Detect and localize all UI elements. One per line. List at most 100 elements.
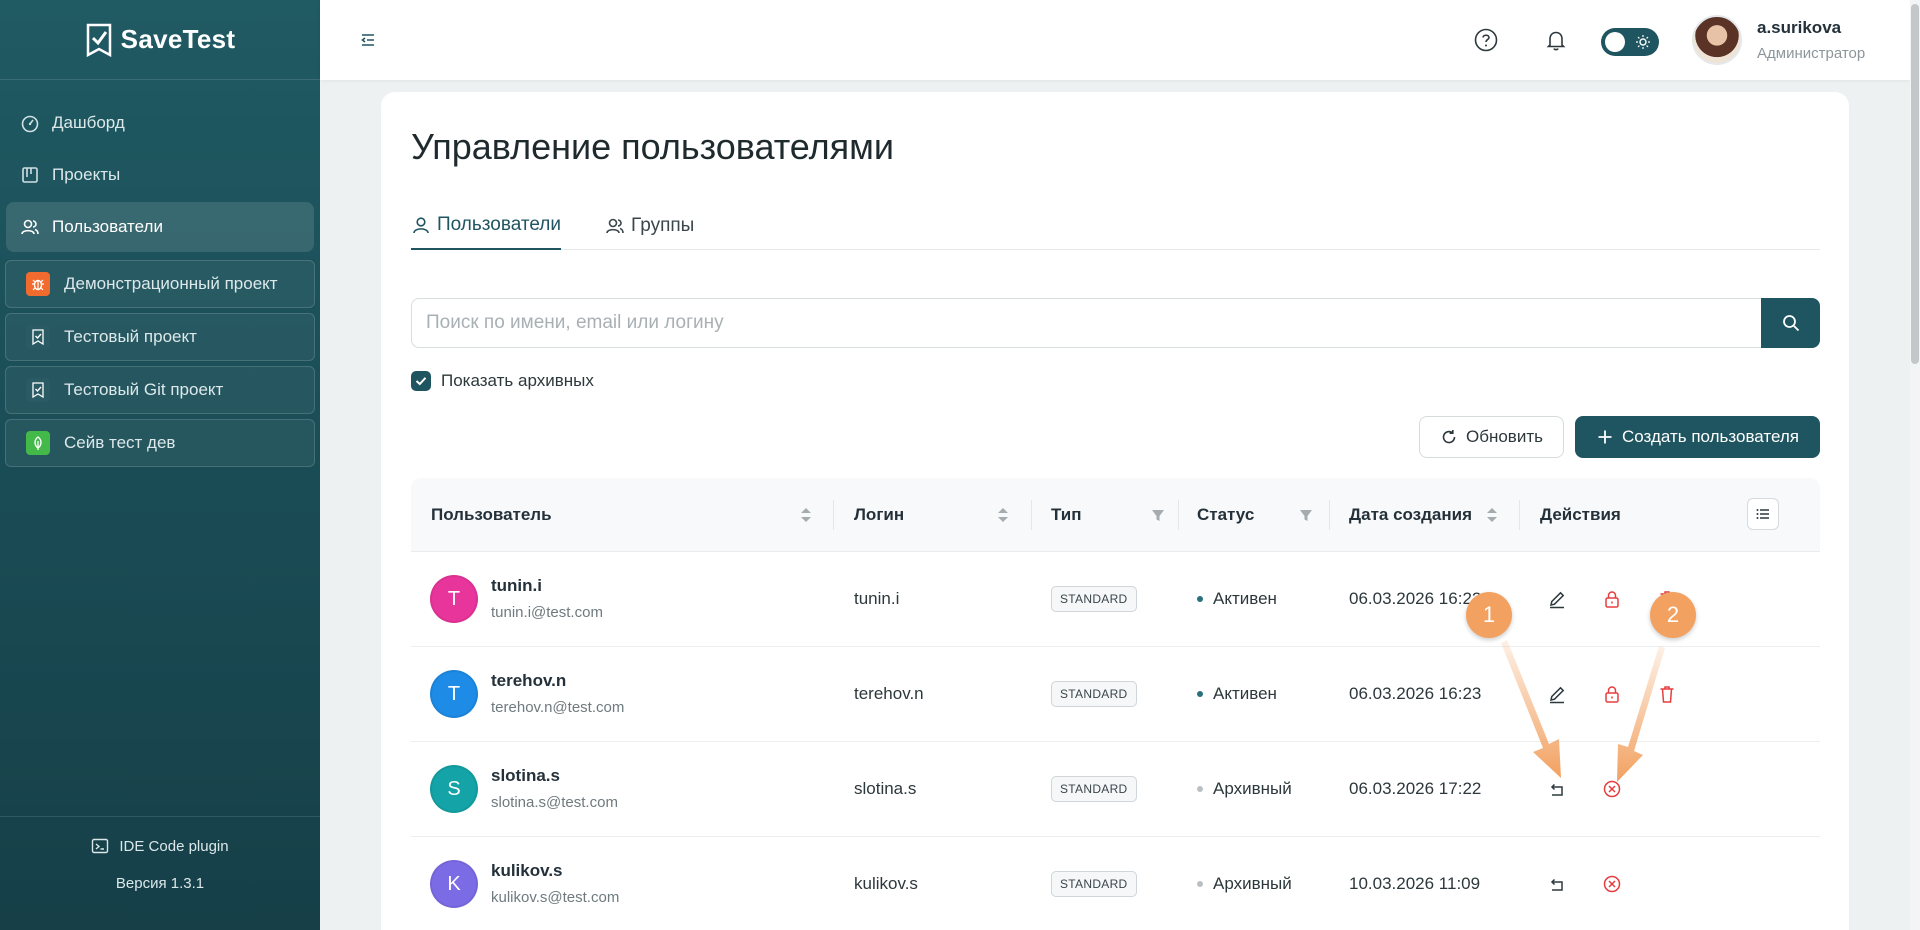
column-header-login[interactable]: Логин: [854, 478, 904, 552]
sort-icon[interactable]: [1483, 504, 1501, 526]
search-bar: [411, 298, 1820, 348]
user-login: tunin.i: [854, 589, 900, 608]
table-row[interactable]: K kulikov.s kulikov.s@test.com kulikov.s…: [411, 837, 1820, 930]
checklist-icon: [26, 325, 50, 349]
terminal-icon: [92, 838, 109, 854]
group-icon: [606, 218, 624, 234]
status-cell: Активен: [1197, 684, 1277, 704]
users-management-card: Управление пользователями Пользователи Г…: [381, 92, 1849, 930]
user-display-name[interactable]: slotina.s: [491, 766, 560, 786]
column-header-type[interactable]: Тип: [1051, 478, 1081, 552]
user-display-name[interactable]: tunin.i: [491, 576, 542, 596]
status-dot: [1197, 691, 1203, 697]
project-label: Тестовый Git проект: [64, 380, 224, 399]
user-email: tunin.i@test.com: [491, 604, 603, 621]
created-date: 06.03.2026 16:22: [1349, 589, 1482, 608]
column-separator[interactable]: [1178, 500, 1179, 530]
user-avatar[interactable]: [1692, 15, 1742, 65]
type-badge: STANDARD: [1051, 586, 1137, 612]
tab-groups[interactable]: Группы: [605, 202, 694, 250]
tab-label: Пользователи: [437, 214, 562, 235]
column-header-actions: Действия: [1540, 505, 1621, 524]
bell-icon[interactable]: [1542, 26, 1570, 54]
annotation-badge-2: 2: [1650, 592, 1696, 638]
projects-icon: [22, 167, 38, 183]
filter-icon[interactable]: [1297, 504, 1315, 526]
collapse-sidebar-icon[interactable]: [358, 30, 378, 50]
column-header-created[interactable]: Дата создания: [1349, 478, 1472, 552]
column-separator[interactable]: [833, 500, 834, 530]
leaf-icon: [26, 431, 50, 455]
edit-button[interactable]: [1546, 683, 1568, 705]
nav-item-users[interactable]: Пользователи: [6, 202, 314, 252]
lock-icon: [1605, 591, 1619, 608]
restore-button[interactable]: [1546, 873, 1568, 895]
annotation-badge-1: 1: [1466, 592, 1512, 638]
search-button[interactable]: [1761, 298, 1820, 348]
status-cell: Активен: [1197, 589, 1277, 609]
status-dot: [1197, 786, 1203, 792]
status-text: Активен: [1213, 589, 1277, 608]
status-text: Архивный: [1213, 874, 1292, 893]
delete-permanently-button[interactable]: [1601, 778, 1623, 800]
refresh-icon: [1442, 430, 1456, 444]
type-badge: STANDARD: [1051, 776, 1137, 802]
table-row[interactable]: T terehov.n terehov.n@test.com terehov.n…: [411, 647, 1820, 742]
bug-icon: [26, 272, 50, 296]
sort-icon[interactable]: [994, 504, 1012, 526]
nav-item-label: Пользователи: [52, 217, 163, 236]
user-login: kulikov.s: [854, 874, 918, 893]
theme-toggle[interactable]: [1601, 28, 1659, 56]
block-button[interactable]: [1601, 683, 1623, 705]
column-separator[interactable]: [1031, 500, 1032, 530]
sort-icon[interactable]: [797, 504, 815, 526]
project-item-save-test-dev[interactable]: Сейв тест дев: [5, 419, 315, 467]
create-user-label: Создать пользователя: [1622, 427, 1799, 446]
help-icon[interactable]: [1472, 26, 1500, 54]
delete-permanently-button[interactable]: [1601, 873, 1623, 895]
search-input[interactable]: [411, 298, 1761, 348]
type-badge: STANDARD: [1051, 681, 1137, 707]
user-name[interactable]: a.surikova: [1757, 18, 1841, 38]
nav-item-projects[interactable]: Проекты: [6, 150, 314, 200]
table-row[interactable]: T tunin.i tunin.i@test.com tunin.i STAND…: [411, 552, 1820, 647]
project-item-demo[interactable]: Демонстрационный проект: [5, 260, 315, 308]
app-logo[interactable]: SaveTest: [0, 0, 320, 80]
show-archived-checkbox[interactable]: [411, 371, 431, 391]
user-display-name[interactable]: kulikov.s: [491, 861, 563, 881]
create-user-button[interactable]: Создать пользователя: [1575, 416, 1820, 458]
scrollbar-thumb[interactable]: [1911, 4, 1919, 364]
column-separator[interactable]: [1519, 500, 1520, 530]
created-date: 06.03.2026 16:23: [1349, 684, 1482, 703]
block-button[interactable]: [1601, 588, 1623, 610]
nav-item-dashboard[interactable]: Дашборд: [6, 98, 314, 148]
user-display-name[interactable]: terehov.n: [491, 671, 566, 691]
close-circle-icon: [1603, 780, 1621, 798]
user-email: terehov.n@test.com: [491, 699, 625, 716]
table-row[interactable]: S slotina.s slotina.s@test.com slotina.s…: [411, 742, 1820, 837]
page-scrollbar[interactable]: [1910, 0, 1920, 930]
refresh-label: Обновить: [1466, 427, 1543, 446]
lock-icon: [1605, 686, 1619, 703]
tab-users[interactable]: Пользователи: [411, 202, 562, 250]
edit-button[interactable]: [1546, 588, 1568, 610]
type-badge: STANDARD: [1051, 871, 1137, 897]
avatar: T: [430, 670, 478, 718]
restore-button[interactable]: [1546, 778, 1568, 800]
refresh-button[interactable]: Обновить: [1419, 416, 1564, 458]
column-settings-button[interactable]: [1747, 498, 1779, 530]
column-header-user[interactable]: Пользователь: [431, 478, 552, 552]
ide-plugin-link[interactable]: IDE Code plugin: [0, 817, 320, 875]
filter-icon[interactable]: [1149, 504, 1167, 526]
project-item-test[interactable]: Тестовый проект: [5, 313, 315, 361]
column-header-status[interactable]: Статус: [1197, 478, 1254, 552]
sun-icon: [1636, 35, 1650, 49]
status-cell: Архивный: [1197, 874, 1292, 894]
plus-icon: [1598, 430, 1612, 444]
table-header: Пользователь Логин Тип Статус Дата созда…: [411, 478, 1820, 552]
delete-button[interactable]: [1656, 683, 1678, 705]
show-archived-option[interactable]: Показать архивных: [411, 371, 594, 391]
status-text: Архивный: [1213, 779, 1292, 798]
project-item-test-git[interactable]: Тестовый Git проект: [5, 366, 315, 414]
column-separator[interactable]: [1329, 500, 1330, 530]
